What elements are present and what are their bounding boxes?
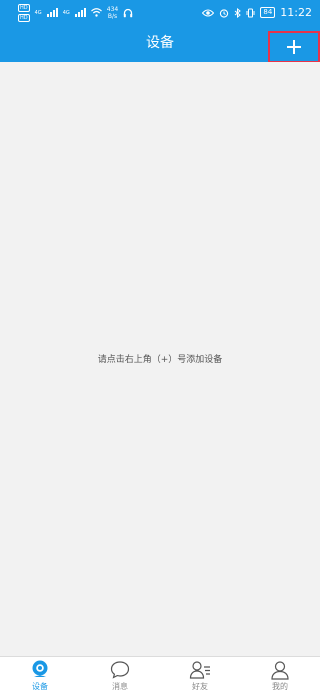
sim-indicators: HD HD: [18, 3, 30, 22]
status-bar: HD HD 4G 4G 434 B/s 84 11:22: [0, 0, 320, 25]
sim1-badge: HD: [18, 3, 30, 12]
network-speed-value: 434: [106, 5, 119, 13]
wifi-icon: [90, 8, 102, 17]
tab-devices-label: 设备: [32, 682, 48, 691]
network-type-2: 4G: [62, 9, 70, 16]
tab-messages[interactable]: 消息: [80, 657, 160, 693]
add-device-button[interactable]: [268, 31, 320, 63]
status-bar-left: HD HD 4G 4G 434 B/s: [18, 3, 133, 22]
signal-icon-2: [74, 8, 86, 17]
signal-icon-1: [46, 8, 58, 17]
camera-icon: [32, 660, 48, 677]
sim2-badge: HD: [18, 13, 30, 22]
battery-indicator: 84: [260, 7, 276, 18]
network-speed-unit: B/s: [107, 12, 118, 20]
status-time: 11:22: [280, 6, 312, 19]
person-icon: [271, 661, 289, 680]
network-type-1: 4G: [34, 9, 42, 16]
plus-icon: [287, 40, 301, 54]
bottom-tab-bar: 设备 消息 好友 我的: [0, 656, 320, 693]
tab-me-label: 我的: [272, 682, 288, 691]
device-list-area: 请点击右上角（+）号添加设备: [0, 62, 320, 684]
alarm-icon: [220, 8, 229, 18]
bluetooth-icon: [235, 7, 242, 18]
tab-messages-label: 消息: [112, 682, 128, 691]
status-bar-right: 84 11:22: [202, 6, 312, 19]
eye-icon: [202, 9, 215, 16]
network-speed: 434 B/s: [107, 6, 118, 20]
chat-bubble-icon: [110, 661, 130, 679]
tab-devices[interactable]: 设备: [0, 657, 80, 693]
friends-icon: [189, 661, 210, 679]
empty-state-message: 请点击右上角（+）号添加设备: [97, 355, 223, 365]
header-bar: 设备: [0, 25, 320, 63]
vibrate-icon: [246, 8, 255, 17]
tab-friends-label: 好友: [192, 682, 208, 691]
headphones-icon: [124, 8, 133, 17]
tab-me[interactable]: 我的: [240, 657, 320, 693]
tab-friends[interactable]: 好友: [160, 657, 240, 693]
